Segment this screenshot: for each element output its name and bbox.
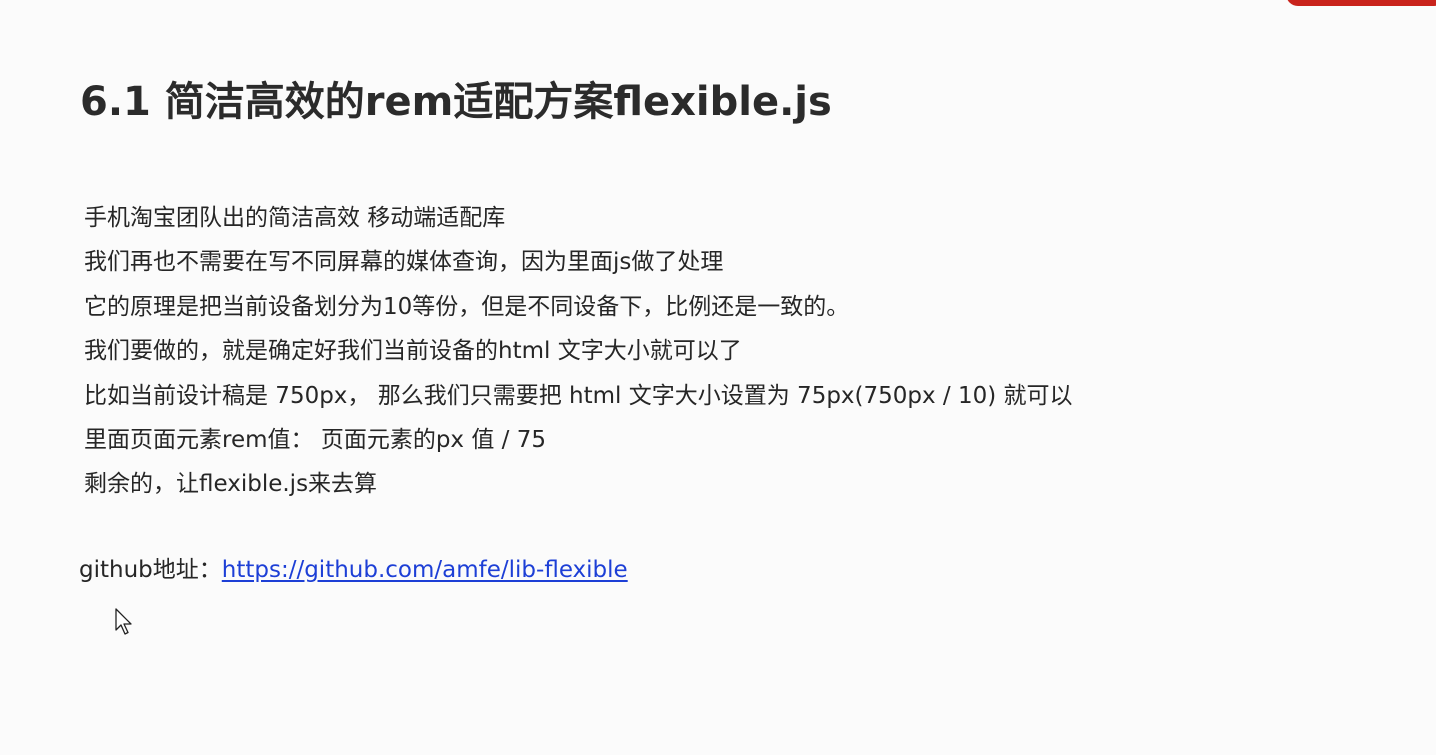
body-line-4: 我们要做的，就是确定好我们当前设备的html 文字大小就可以了 xyxy=(84,338,742,365)
body-line-7: 剩余的，让flexible.js来去算 xyxy=(84,471,378,498)
slide-body: 手机淘宝团队出的简洁高效 移动端适配库 我们再也不需要在写不同屏幕的媒体查询，因… xyxy=(84,196,1073,507)
body-line-1: 手机淘宝团队出的简洁高效 移动端适配库 xyxy=(84,205,506,231)
body-line-5: 比如当前设计稿是 750px， 那么我们只需要把 html 文字大小设置为 75… xyxy=(84,382,1073,409)
slide-title: 6.1 简洁高效的rem适配方案flexible.js xyxy=(80,79,832,125)
github-label: github地址： xyxy=(79,557,222,583)
body-line-2: 我们再也不需要在写不同屏幕的媒体查询，因为里面js做了处理 xyxy=(84,249,724,276)
github-link[interactable]: https://github.com/amfe/lib-flexible xyxy=(222,557,628,583)
body-line-3: 它的原理是把当前设备划分为10等份，但是不同设备下，比例还是一致的。 xyxy=(84,293,850,320)
github-row: github地址：https://github.com/amfe/lib-fle… xyxy=(79,549,628,591)
body-line-6: 里面页面元素rem值： 页面元素的px 值 / 75 xyxy=(84,426,546,453)
mouse-pointer-icon xyxy=(115,608,132,635)
corner-accent-shape xyxy=(1286,0,1436,6)
